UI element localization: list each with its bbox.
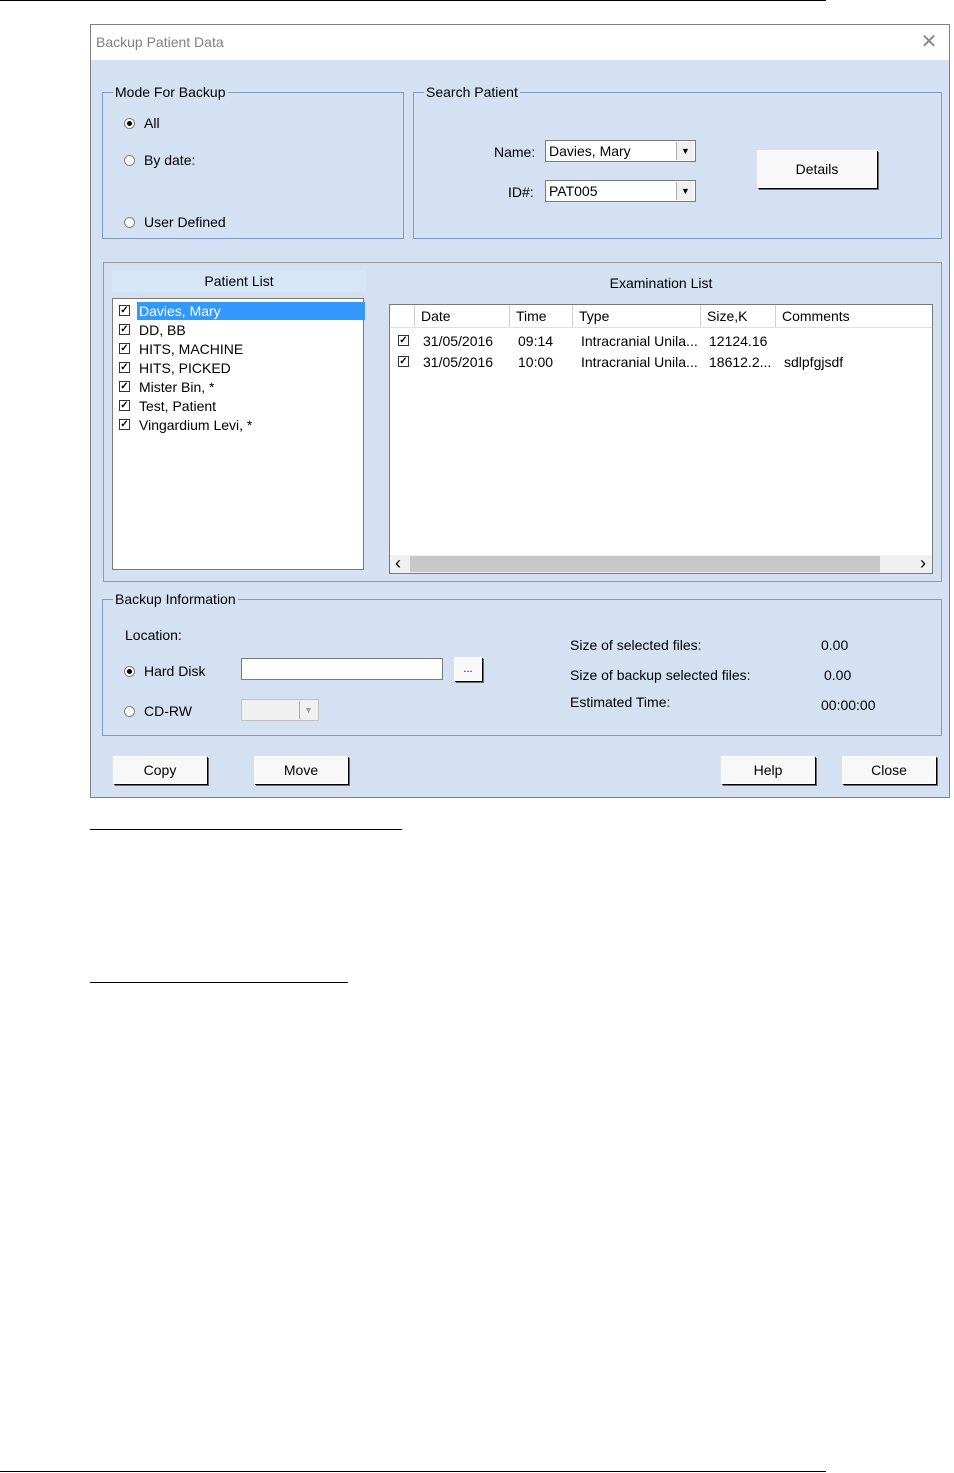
- column-header[interactable]: Comments: [776, 305, 932, 327]
- patient-name: Vingardium Levi, *: [139, 417, 253, 433]
- heading-underline-2: [90, 982, 348, 983]
- column-header[interactable]: Date: [415, 305, 510, 327]
- exam-cell-time: 09:14: [518, 333, 554, 349]
- window-title: Backup Patient Data: [96, 34, 224, 50]
- mode-user-defined-radio[interactable]: [124, 217, 135, 228]
- patient-name: Test, Patient: [139, 398, 217, 414]
- column-header-check[interactable]: [390, 305, 415, 327]
- backup-patient-data-dialog: Backup Patient Data ✕ Mode For Backup Al…: [90, 24, 950, 798]
- checkbox-icon[interactable]: ✓: [119, 419, 130, 430]
- exam-list-box[interactable]: Date Time Type Size,K Comments ✓ 31/05/2016 09…: [389, 304, 933, 574]
- exam-cell-size: 18612.2...: [709, 354, 772, 370]
- mode-all-label[interactable]: All: [144, 115, 160, 131]
- patient-list-item[interactable]: ✓ Test, Patient: [117, 397, 365, 415]
- chevron-down-icon[interactable]: ▼: [299, 701, 317, 719]
- patient-list-item[interactable]: ✓ Vingardium Levi, *: [117, 416, 365, 434]
- size-backup-value: 0.00: [824, 667, 852, 683]
- name-value: Davies, Mary: [549, 143, 631, 159]
- patient-list-item[interactable]: ✓ Mister Bin, *: [117, 378, 365, 396]
- scrollbar-thumb[interactable]: [410, 556, 880, 572]
- cd-rw-radio[interactable]: [124, 706, 135, 717]
- checkbox-icon[interactable]: ✓: [398, 356, 409, 367]
- checkbox-icon[interactable]: ✓: [119, 362, 130, 373]
- move-button[interactable]: Move: [254, 756, 348, 784]
- exam-cell-type: Intracranial Unila...: [581, 333, 698, 349]
- title-bar: Backup Patient Data ✕: [91, 25, 949, 60]
- checkbox-icon[interactable]: ✓: [119, 381, 130, 392]
- hard-disk-radio[interactable]: [124, 666, 135, 677]
- column-header[interactable]: Type: [573, 305, 701, 327]
- exam-cell-time: 10:00: [518, 354, 554, 370]
- size-selected-label: Size of selected files:: [570, 637, 702, 653]
- patient-list-header: Patient List: [112, 270, 366, 292]
- location-label: Location:: [125, 627, 182, 643]
- chevron-down-icon[interactable]: ▼: [676, 182, 694, 200]
- name-label: Name:: [494, 144, 536, 160]
- browse-button[interactable]: ...: [454, 657, 482, 681]
- checkbox-icon[interactable]: ✓: [119, 400, 130, 411]
- patient-name: DD, BB: [139, 322, 186, 338]
- mode-by-date-radio[interactable]: [124, 155, 135, 166]
- hard-disk-path-input[interactable]: [241, 658, 443, 680]
- backup-information-legend: Backup Information: [115, 591, 236, 607]
- checkbox-icon[interactable]: ✓: [119, 305, 130, 316]
- details-button[interactable]: Details: [757, 150, 877, 188]
- mode-for-backup-legend: Mode For Backup: [115, 84, 226, 100]
- exam-row[interactable]: ✓ 31/05/2016 10:00 Intracranial Unila... 186…: [390, 352, 932, 372]
- id-value: PAT005: [549, 183, 598, 199]
- checkbox-icon[interactable]: ✓: [119, 343, 130, 354]
- id-combobox[interactable]: PAT005 ▼: [545, 180, 696, 202]
- search-patient-legend: Search Patient: [426, 84, 518, 100]
- chevron-down-icon[interactable]: ▼: [676, 142, 694, 160]
- exam-row[interactable]: ✓ 31/05/2016 09:14 Intracranial Unila... 121…: [390, 331, 932, 351]
- dialog-client-area: Mode For Backup All By date: User Define…: [91, 60, 949, 797]
- patient-list-item[interactable]: ✓ HITS, MACHINE: [117, 340, 365, 358]
- hard-disk-label[interactable]: Hard Disk: [144, 663, 205, 679]
- name-combobox[interactable]: Davies, Mary ▼: [545, 140, 696, 162]
- size-backup-label: Size of backup selected files:: [570, 667, 751, 683]
- patient-name: Davies, Mary: [137, 302, 365, 320]
- patient-list-item[interactable]: ✓ DD, BB: [117, 321, 365, 339]
- exam-cell-type: Intracranial Unila...: [581, 354, 698, 370]
- checkbox-icon[interactable]: ✓: [119, 324, 130, 335]
- exam-cell-size: 12124.16: [709, 333, 768, 349]
- mode-all-radio[interactable]: [124, 118, 135, 129]
- exam-cell-date: 31/05/2016: [423, 333, 494, 349]
- estimated-time-value: 00:00:00: [821, 697, 876, 713]
- exam-cell-comments: sdlpfgjsdf: [784, 354, 844, 370]
- column-header[interactable]: Time: [510, 305, 573, 327]
- cd-rw-combobox[interactable]: ▼: [241, 699, 319, 721]
- top-rule: [0, 0, 826, 1]
- checkbox-icon[interactable]: ✓: [398, 335, 409, 346]
- patient-name: HITS, PICKED: [139, 360, 231, 376]
- mode-user-defined-label[interactable]: User Defined: [144, 214, 226, 230]
- exam-cell-date: 31/05/2016: [423, 354, 494, 370]
- exam-list-header: Examination List: [381, 270, 941, 296]
- close-window-icon[interactable]: ✕: [917, 30, 941, 54]
- copy-button[interactable]: Copy: [113, 756, 207, 784]
- column-header[interactable]: Size,K: [701, 305, 776, 327]
- patient-list-item[interactable]: ✓ Davies, Mary: [117, 302, 365, 320]
- patient-name: HITS, MACHINE: [139, 341, 244, 357]
- mode-by-date-label[interactable]: By date:: [144, 152, 195, 168]
- close-button[interactable]: Close: [842, 756, 936, 784]
- estimated-time-label: Estimated Time:: [570, 694, 671, 710]
- scroll-right-icon[interactable]: ›: [920, 553, 926, 573]
- patient-list-box[interactable]: ✓ Davies, Mary ✓ DD, BB ✓ HITS, MACHINE ✓ HITS,…: [112, 298, 365, 570]
- heading-underline-1: [90, 829, 402, 830]
- bottom-rule: [0, 1471, 826, 1472]
- backup-information-group: Backup Information: [102, 591, 942, 736]
- horizontal-scrollbar[interactable]: ‹ ›: [390, 553, 932, 573]
- id-label: ID#:: [508, 184, 534, 200]
- patient-list-item[interactable]: ✓ HITS, PICKED: [117, 359, 365, 377]
- scroll-left-icon[interactable]: ‹: [395, 553, 401, 573]
- exam-column-headers: Date Time Type Size,K Comments: [390, 305, 932, 328]
- cd-rw-label[interactable]: CD-RW: [144, 703, 192, 719]
- patient-name: Mister Bin, *: [139, 379, 215, 395]
- size-selected-value: 0.00: [821, 637, 849, 653]
- help-button[interactable]: Help: [721, 756, 815, 784]
